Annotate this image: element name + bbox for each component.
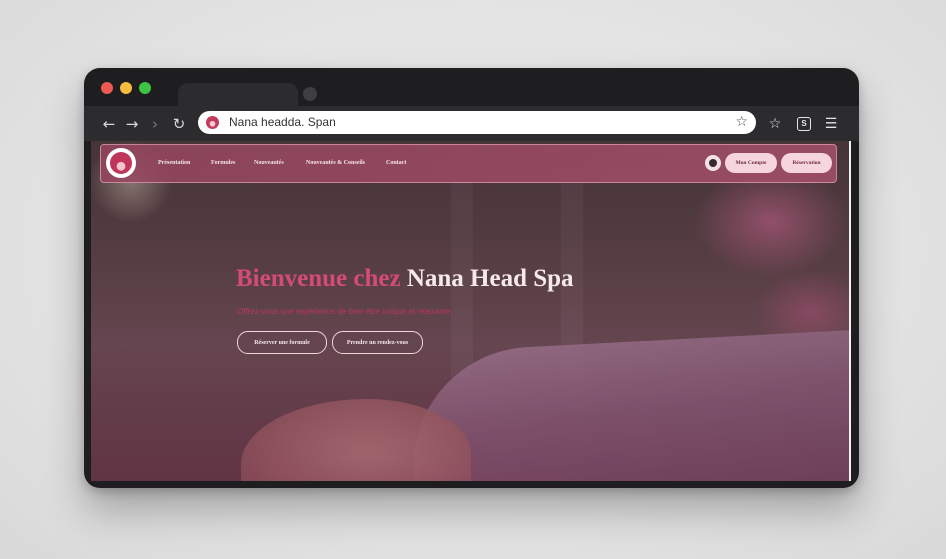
star-icon[interactable]: ☆	[765, 114, 785, 134]
maximize-window-button[interactable]	[139, 82, 151, 94]
nav-link-formules[interactable]: Formules	[211, 160, 235, 166]
hamburger-menu-icon[interactable]: ☰	[821, 114, 841, 134]
hero-subtitle: Offrez-vous une expérience de bien-être …	[237, 307, 453, 316]
close-window-button[interactable]	[101, 82, 113, 94]
site-favicon	[206, 116, 219, 129]
account-button[interactable]: Mon Compte	[725, 153, 777, 173]
theme-toggle-icon[interactable]	[705, 155, 721, 171]
nav-link-conseils[interactable]: Nouveautés & Conseils	[306, 160, 365, 166]
hero-title-white: Nana Head Spa	[406, 265, 574, 292]
address-bar[interactable]: Nana headda. Span ☆	[198, 111, 756, 134]
scrollbar[interactable]	[849, 141, 851, 481]
extension-icon[interactable]: S	[797, 117, 811, 131]
hero-secondary-button[interactable]: Prendre un rendez-vous	[332, 331, 423, 354]
booking-button[interactable]: Réservation	[781, 153, 832, 173]
nav-link-presentation[interactable]: Présentation	[158, 160, 190, 166]
url-text[interactable]: Nana headda. Span	[229, 115, 336, 130]
nav-link-nouveautes[interactable]: Nouveautés	[254, 160, 284, 166]
window-controls	[101, 82, 151, 94]
minimize-window-button[interactable]	[120, 82, 132, 94]
site-logo[interactable]	[106, 148, 136, 178]
hero-overlay	[91, 141, 851, 481]
hero-primary-button[interactable]: Réserver une formule	[237, 331, 327, 354]
bookmark-star-icon[interactable]: ☆	[735, 113, 748, 131]
site-navbar: Présentation Formules Nouveautés Nouveau…	[100, 144, 837, 183]
reload-icon[interactable]: ↻	[169, 114, 189, 134]
forward-icon[interactable]: →	[122, 114, 142, 134]
chevron-right-icon[interactable]: ›	[145, 114, 165, 134]
hero-title-pink: Bienvenue chez	[236, 265, 401, 292]
browser-window: ← → › ↻ Nana headda. Span ☆ ☆ S ☰ Présen…	[84, 68, 859, 488]
nav-link-contact[interactable]: Contact	[386, 160, 406, 166]
hero-title: Bienvenue chez Nana Head Spa	[236, 265, 574, 293]
browser-tab[interactable]	[178, 83, 298, 107]
back-icon[interactable]: ←	[99, 114, 119, 134]
new-tab-button[interactable]	[303, 87, 317, 101]
page-viewport: Présentation Formules Nouveautés Nouveau…	[91, 141, 851, 481]
